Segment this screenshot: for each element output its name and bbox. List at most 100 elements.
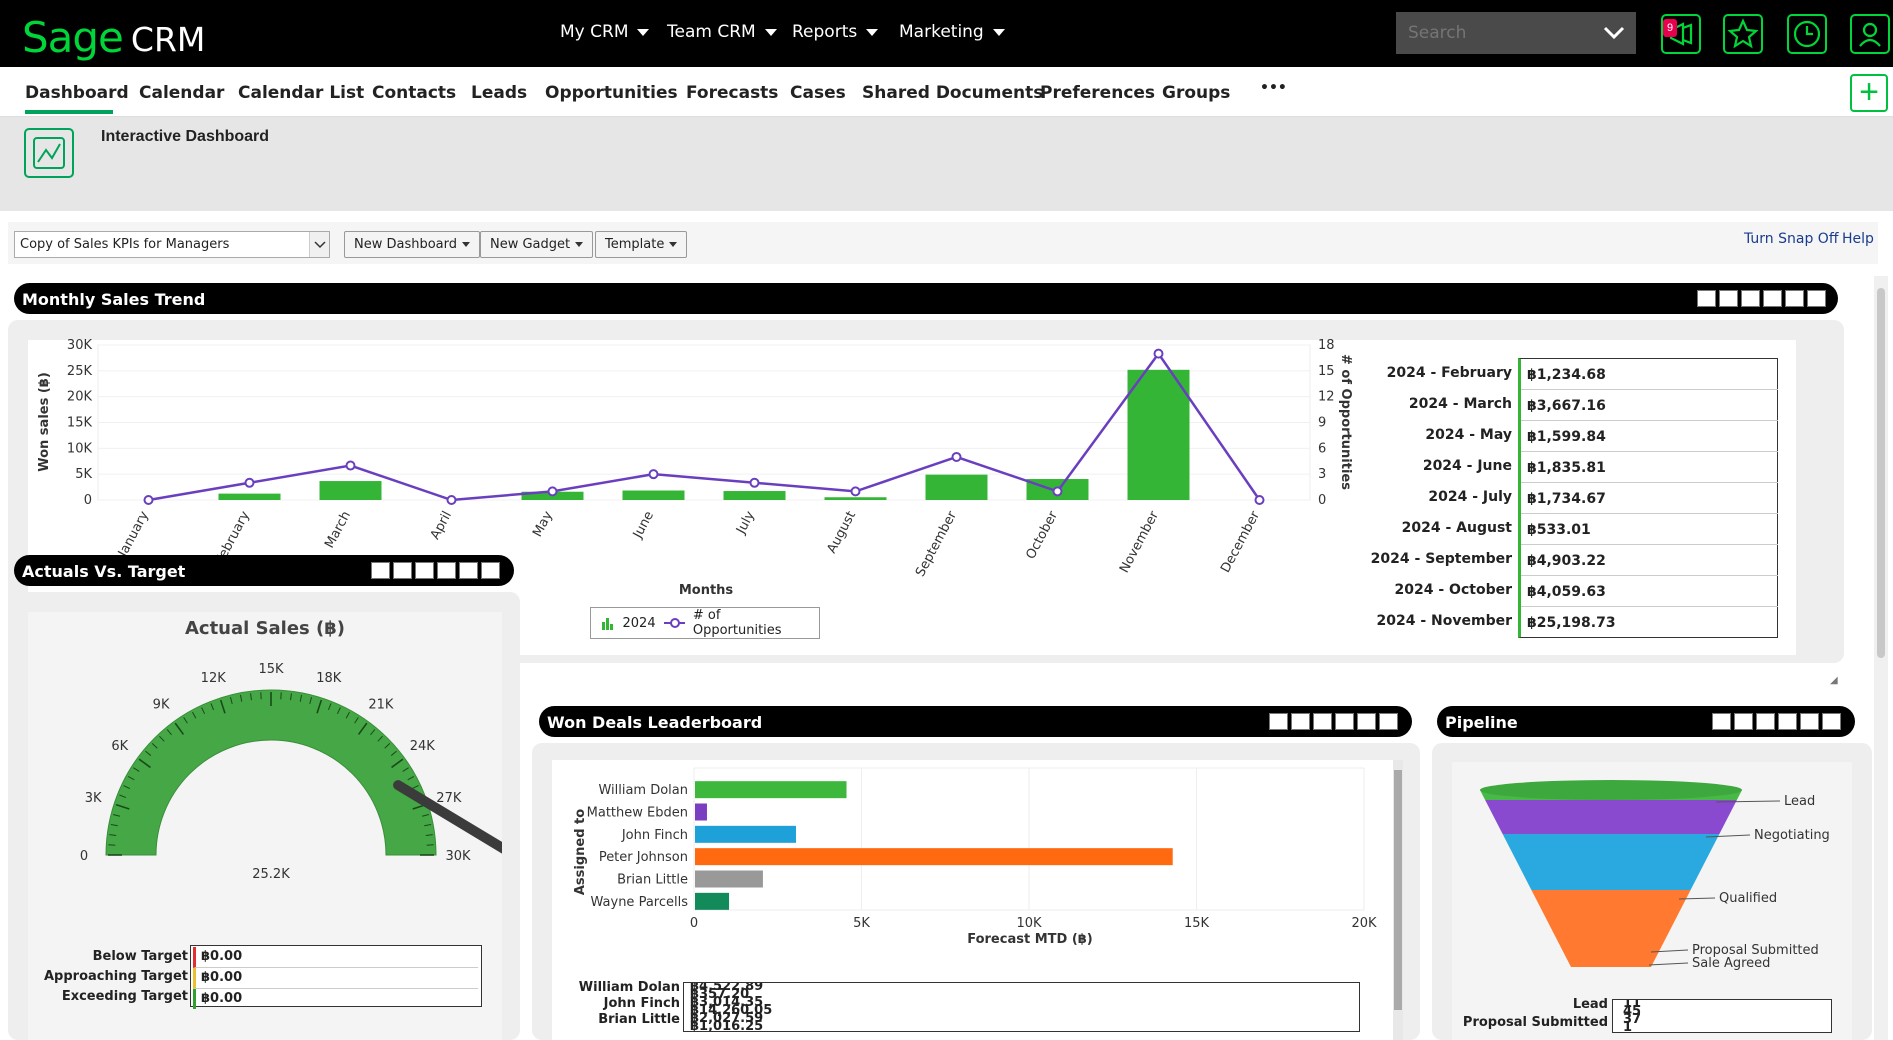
nav-team-crm[interactable]: Team CRM [667,22,777,42]
scrollbar-thumb[interactable] [1394,770,1402,1010]
play-icon[interactable] [371,562,390,579]
filter-icon[interactable] [1741,290,1760,307]
edit-icon[interactable] [1291,713,1310,730]
maximize-icon[interactable] [1800,713,1819,730]
tab-dashboard[interactable]: Dashboard [25,83,129,103]
dashboard-select[interactable]: Copy of Sales KPIs for Managers [14,231,330,258]
active-tab-indicator [25,110,113,114]
monthly-table-value: ฿533.01 [1521,514,1778,545]
bar-august [824,497,887,500]
new-dashboard-button[interactable]: New Dashboard [344,231,481,258]
funnel-label-qualified: Qualified [1719,891,1777,906]
tab-contacts[interactable]: Contacts [372,83,456,103]
edit-icon[interactable] [1734,713,1753,730]
nav-team-crm-label: Team CRM [667,22,756,42]
table-value-3: ฿3,014.35 [690,995,764,1010]
close-icon[interactable] [1379,713,1398,730]
actuals-title-bar[interactable]: Actuals Vs. Target [14,555,514,586]
search-input[interactable] [1396,12,1636,54]
pipeline-proposal-label: Proposal Submitted [1462,1015,1608,1030]
monthly-sales-title-bar[interactable]: Monthly Sales Trend [14,283,1838,314]
scrollbar-thumb[interactable] [1877,288,1885,658]
chart-legend[interactable]: 2024 # of Opportunities [590,607,820,639]
page-scrollbar[interactable] [1874,276,1888,1040]
tab-opportunities[interactable]: Opportunities [545,83,678,103]
leaderboard-scrollbar[interactable] [1393,760,1403,1040]
collapse-icon[interactable] [1335,713,1354,730]
play-icon[interactable] [1269,713,1288,730]
collapse-icon[interactable] [1778,713,1797,730]
favorites-star-icon[interactable] [1723,14,1763,54]
opportunity-point-december [1254,495,1265,505]
table-name-3: Brian Little [598,1012,680,1027]
add-new-button[interactable]: + [1850,74,1888,112]
play-icon[interactable] [1712,713,1731,730]
table-name-1: William Dolan [578,980,680,995]
leaderboard-chart: William Dolan Matthew Ebden John Finch Pete… [573,767,1377,947]
tab-calendar-list[interactable]: Calendar List [238,83,364,103]
opportunity-point-april [446,495,457,505]
nav-marketing[interactable]: Marketing [899,22,1005,42]
y2-tick-label: 12 [1318,390,1335,405]
chevron-down-icon [866,28,879,36]
collapse-icon[interactable] [437,562,456,579]
maximize-icon[interactable] [459,562,478,579]
close-icon[interactable] [1807,290,1826,307]
edit-icon[interactable] [393,562,412,579]
collapse-icon[interactable] [1763,290,1782,307]
page-title: Interactive Dashboard [101,128,270,145]
x-tick-label: March [322,509,354,551]
tab-calendar[interactable]: Calendar [139,83,224,103]
maximize-icon[interactable] [1357,713,1376,730]
pipeline-title-bar[interactable]: Pipeline [1437,706,1855,737]
user-profile-icon[interactable] [1850,14,1890,54]
monthly-table-label: 2024 - November [1376,613,1513,629]
filter-icon[interactable] [1756,713,1775,730]
close-icon[interactable] [1822,713,1841,730]
tab-cases[interactable]: Cases [790,83,846,103]
more-tabs-button[interactable]: ••• [1260,80,1287,96]
nav-marketing-label: Marketing [899,22,984,42]
tab-shared-documents[interactable]: Shared Documents [862,83,1043,103]
close-icon[interactable] [481,562,500,579]
y-tick-label: Peter Johnson [599,850,688,865]
y2-axis-title: # of Opportunities [1338,354,1353,490]
tab-forecasts[interactable]: Forecasts [686,83,778,103]
play-icon[interactable] [1697,290,1716,307]
monthly-table-value: ฿4,903.22 [1521,545,1778,576]
sage-crm-logo[interactable]: Sage CRM [22,14,205,60]
approaching-target-label: Approaching Target [43,969,188,984]
gadget-controls [1712,713,1841,730]
leaderboard-title-bar[interactable]: Won Deals Leaderboard [539,706,1412,737]
nav-reports[interactable]: Reports [792,22,879,42]
monthly-table-value: ฿25,198.73 [1527,615,1616,631]
y-tick-label: Matthew Ebden [587,806,688,821]
funnel-segment-proposal submitted [1531,890,1691,967]
x-tick-label: 0 [690,916,698,931]
notification-badge: 9 [1663,19,1677,37]
monthly-table-value: ฿3,667.16 [1521,390,1778,421]
filter-icon[interactable] [1313,713,1332,730]
template-button[interactable]: Template [595,231,688,258]
resize-handle-icon[interactable]: ◢ [1830,675,1840,686]
edit-icon[interactable] [1719,290,1738,307]
filter-icon[interactable] [415,562,434,579]
turn-snap-off-link[interactable]: Turn Snap Off [1744,231,1838,247]
tab-leads[interactable]: Leads [471,83,527,103]
chevron-down-icon[interactable] [1603,25,1625,41]
maximize-icon[interactable] [1785,290,1804,307]
recent-clock-icon[interactable] [1787,14,1827,54]
funnel-label-sale-agreed: Sale Agreed [1692,956,1770,971]
line-legend-icon [663,618,685,628]
x-tick-label: October [1023,508,1061,562]
help-link[interactable]: Help [1842,231,1874,247]
bar-william-dolan [695,781,847,799]
tab-preferences[interactable]: Preferences [1040,83,1155,103]
bar-november [1127,369,1190,500]
nav-my-crm[interactable]: My CRM [560,22,650,42]
y-tick-label: 5K [75,467,92,482]
new-gadget-button[interactable]: New Gadget [480,231,594,258]
tab-groups[interactable]: Groups [1162,83,1230,103]
monthly-table-label: 2024 - June [1422,458,1512,474]
pipeline-table-labels: Lead Proposal Submitted [1452,996,1608,1032]
